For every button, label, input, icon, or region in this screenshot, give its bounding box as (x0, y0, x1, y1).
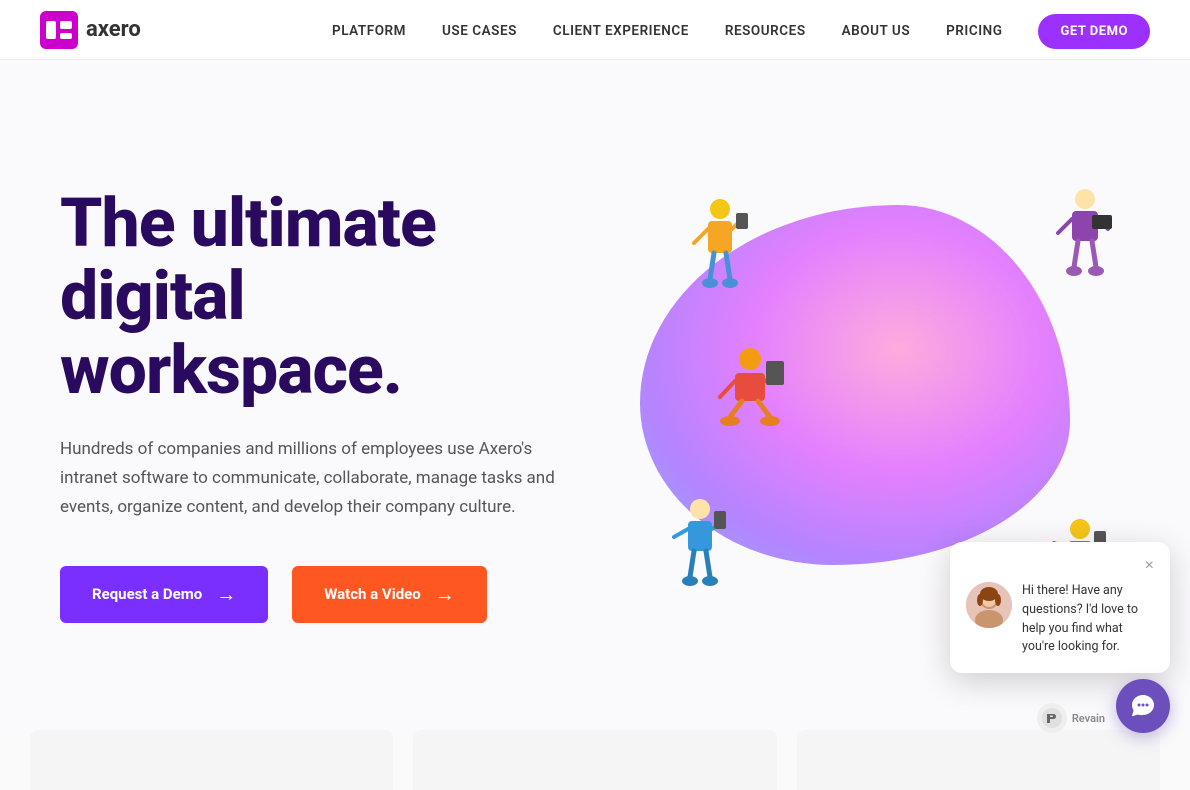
logo-text: axero (86, 17, 141, 42)
btn-demo-arrow: → (216, 582, 236, 607)
revain-icon (1037, 703, 1067, 733)
nav-resources[interactable]: RESOURCES (725, 23, 806, 39)
chat-open-button[interactable] (1116, 679, 1170, 733)
navigation: axero PLATFORM USE CASES CLIENT EXPERIEN… (0, 0, 1190, 60)
chat-avatar (966, 582, 1012, 628)
logo[interactable]: axero (40, 11, 141, 49)
hero-content: The ultimate digital workspace. Hundreds… (60, 187, 620, 623)
btn-video-label: Watch a Video (324, 585, 420, 603)
hero-title: The ultimate digital workspace. (60, 187, 620, 407)
logo-icon (40, 11, 78, 49)
bottom-card-2 (413, 730, 776, 790)
chat-widget: × Hi there! Have any questions? I'd love… (950, 542, 1170, 673)
nav-use-cases[interactable]: USE CASES (442, 23, 517, 39)
chat-message: Hi there! Have any questions? I'd love t… (1022, 582, 1154, 657)
chat-icon (1130, 693, 1156, 719)
nav-client-experience[interactable]: CLIENT EXPERIENCE (553, 23, 689, 39)
chat-close-button[interactable]: × (1145, 558, 1154, 574)
nav-pricing[interactable]: PRICING (946, 23, 1002, 39)
nav-links: PLATFORM USE CASES CLIENT EXPERIENCE RES… (332, 20, 1150, 39)
bottom-card-1 (30, 730, 393, 790)
illustration-person-1 (690, 195, 750, 295)
nav-about-us[interactable]: ABOUT US (842, 23, 911, 39)
watch-video-button[interactable]: Watch a Video → (292, 566, 486, 623)
chat-header: × (966, 558, 1154, 574)
hero-subtitle: Hundreds of companies and millions of em… (60, 435, 580, 522)
chat-body: Hi there! Have any questions? I'd love t… (966, 582, 1154, 657)
revain-logo-icon (1042, 708, 1062, 728)
revain-badge: Revain (1037, 703, 1105, 733)
avatar-image (966, 582, 1012, 628)
nav-platform[interactable]: PLATFORM (332, 23, 406, 39)
bottom-card-3 (797, 730, 1160, 790)
illustration-person-3 (710, 345, 790, 435)
btn-demo-label: Request a Demo (92, 585, 202, 603)
revain-label: Revain (1072, 712, 1105, 725)
illustration-person-2 (1050, 185, 1120, 285)
btn-video-arrow: → (435, 582, 455, 607)
nav-get-demo[interactable]: GET DEMO (1038, 14, 1150, 49)
bottom-cards (0, 730, 1190, 790)
request-demo-button[interactable]: Request a Demo → (60, 566, 268, 623)
hero-buttons: Request a Demo → Watch a Video → (60, 566, 620, 623)
illustration-person-4 (670, 495, 730, 595)
